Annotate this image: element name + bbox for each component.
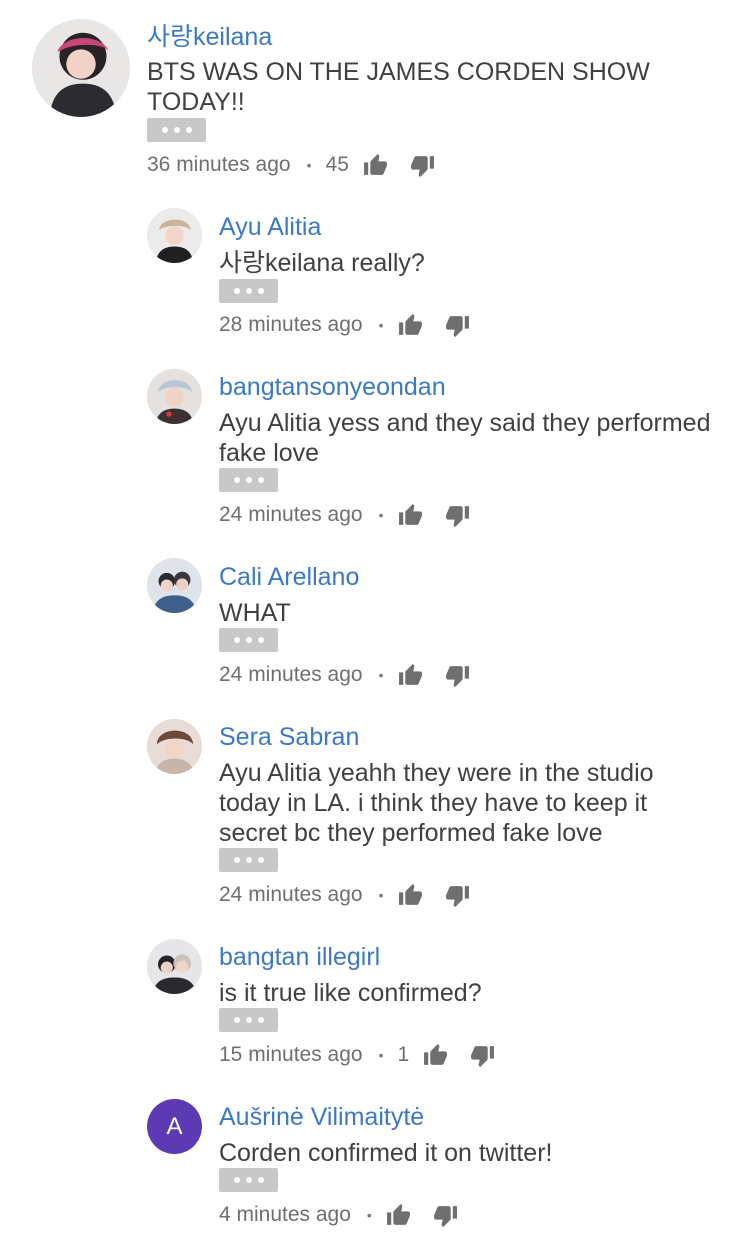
thumbs-up-icon[interactable] (398, 313, 423, 338)
comment-author[interactable]: 사랑keilana (147, 22, 272, 52)
more-dot-icon (245, 1017, 252, 1023)
more-dot-icon (245, 477, 252, 483)
user-photo-icon (147, 208, 202, 263)
meta-separator: • (378, 507, 384, 523)
thumbs-up-icon[interactable] (423, 1043, 448, 1068)
comment-timestamp: 4 minutes ago (219, 1203, 351, 1226)
comment-author[interactable]: bangtansonyeondan (219, 372, 446, 402)
comment-timestamp: 24 minutes ago (219, 663, 363, 686)
meta-separator: • (378, 667, 384, 683)
meta-separator: • (378, 1047, 384, 1063)
thumbs-down-icon[interactable] (470, 1043, 495, 1068)
user-photo-icon (147, 719, 202, 774)
meta-separator: • (306, 157, 312, 173)
comment-timestamp: 28 minutes ago (219, 313, 363, 336)
more-options-button[interactable] (147, 118, 206, 142)
meta-separator: • (366, 1207, 372, 1223)
comment-text: Ayu Alitia yeahh they were in the studio… (219, 759, 654, 847)
thumbs-up-icon[interactable] (398, 503, 423, 528)
thumbs-down-icon[interactable] (410, 153, 435, 178)
more-dot-icon (233, 1017, 240, 1023)
comment-text: is it true like confirmed? (219, 979, 482, 1007)
like-count: 1 (397, 1043, 410, 1066)
thumbs-down-icon[interactable] (445, 313, 470, 338)
comment-text: Ayu Alitia yess and they said they perfo… (219, 409, 711, 467)
comment-author[interactable]: Ayu Alitia (219, 212, 321, 242)
user-photo-icon (147, 939, 202, 994)
comment-meta: 24 minutes ago • (219, 882, 470, 908)
more-dot-icon (245, 1177, 252, 1183)
more-dot-icon (257, 477, 264, 483)
thumbs-down-icon[interactable] (445, 883, 470, 908)
comment-text: Corden confirmed it on twitter! (219, 1139, 553, 1167)
comment-meta: 28 minutes ago • (219, 312, 470, 338)
more-options-button[interactable] (219, 848, 278, 872)
more-dot-icon (233, 1177, 240, 1183)
meta-separator: • (378, 887, 384, 903)
more-dot-icon (257, 288, 264, 294)
thumbs-up-icon[interactable] (398, 663, 423, 688)
more-dot-icon (245, 288, 252, 294)
comment-meta: 36 minutes ago • 45 (147, 152, 435, 178)
more-dot-icon (233, 477, 240, 483)
like-count: 45 (325, 153, 349, 176)
more-options-button[interactable] (219, 628, 278, 652)
avatar[interactable] (147, 208, 202, 263)
more-dot-icon (185, 127, 192, 133)
comment-text: WHAT (219, 599, 291, 627)
thumbs-up-icon[interactable] (386, 1203, 411, 1228)
more-options-button[interactable] (219, 1008, 278, 1032)
comment-author[interactable]: Sera Sabran (219, 722, 359, 752)
thumbs-up-icon[interactable] (398, 883, 423, 908)
more-dot-icon (245, 857, 252, 863)
comment-timestamp: 15 minutes ago (219, 1043, 363, 1066)
thumbs-down-icon[interactable] (433, 1203, 458, 1228)
more-dot-icon (233, 288, 240, 294)
avatar[interactable] (32, 19, 130, 117)
more-dot-icon (233, 637, 240, 643)
comment-meta: 24 minutes ago • (219, 662, 470, 688)
meta-separator: • (378, 317, 384, 333)
avatar-letter: A (166, 1112, 183, 1140)
comment-text: 사랑keilana really? (219, 249, 425, 277)
more-dot-icon (257, 637, 264, 643)
user-photo-icon (32, 19, 130, 117)
comment-author[interactable]: bangtan illegirl (219, 942, 380, 972)
comment-author[interactable]: Aušrinė Vilimaitytė (219, 1102, 424, 1132)
avatar[interactable] (147, 369, 202, 424)
more-dot-icon (233, 857, 240, 863)
comment-author[interactable]: Cali Arellano (219, 562, 359, 592)
thumbs-down-icon[interactable] (445, 663, 470, 688)
comment-meta: 24 minutes ago • (219, 502, 470, 528)
user-photo-icon (147, 369, 202, 424)
thumbs-down-icon[interactable] (445, 503, 470, 528)
comment-meta: 15 minutes ago • 1 (219, 1042, 495, 1068)
more-dot-icon (161, 127, 168, 133)
more-dot-icon (257, 857, 264, 863)
more-dot-icon (173, 127, 180, 133)
more-options-button[interactable] (219, 1168, 278, 1192)
more-dot-icon (257, 1177, 264, 1183)
avatar[interactable]: A (147, 1099, 202, 1154)
thumbs-up-icon[interactable] (363, 153, 388, 178)
comment-timestamp: 24 minutes ago (219, 503, 363, 526)
avatar[interactable] (147, 719, 202, 774)
comment-timestamp: 24 minutes ago (219, 883, 363, 906)
more-options-button[interactable] (219, 468, 278, 492)
more-options-button[interactable] (219, 279, 278, 303)
more-dot-icon (245, 637, 252, 643)
comment-text: BTS WAS ON THE JAMES CORDEN SHOW TODAY!! (147, 58, 650, 116)
user-photo-icon (147, 558, 202, 613)
more-dot-icon (257, 1017, 264, 1023)
comment-timestamp: 36 minutes ago (147, 153, 291, 176)
avatar[interactable] (147, 558, 202, 613)
avatar[interactable] (147, 939, 202, 994)
comment-meta: 4 minutes ago • (219, 1202, 458, 1228)
